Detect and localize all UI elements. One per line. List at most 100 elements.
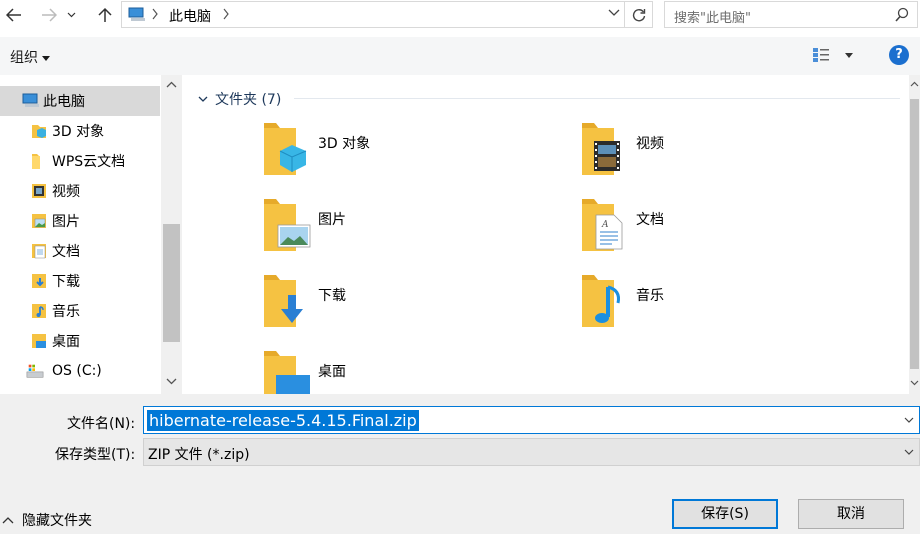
nav-label: 此电脑 (43, 94, 85, 110)
chevron-down-icon (198, 96, 208, 102)
back-button[interactable] (2, 4, 26, 26)
computer-icon (128, 7, 145, 21)
downloads-icon (32, 274, 46, 288)
nav-label: 下载 (52, 274, 80, 290)
3d-objects-icon (32, 125, 46, 138)
nav-label: 音乐 (52, 304, 80, 320)
folder-tile-music[interactable]: 音乐 (580, 273, 880, 343)
nav-item-wps-cloud[interactable]: WPS云文档 (0, 146, 160, 176)
help-button[interactable]: ? (889, 45, 909, 65)
scroll-down-icon[interactable] (166, 378, 177, 385)
address-row: 此电脑 搜索"此电脑" (0, 0, 920, 30)
video-icon (32, 184, 46, 198)
folder-tile-videos[interactable]: 视频 (580, 121, 880, 191)
refresh-icon (632, 8, 645, 21)
nav-scrollbar[interactable] (161, 75, 182, 394)
breadcrumb-chevron-icon[interactable] (222, 8, 230, 20)
nav-label: 视频 (52, 184, 80, 200)
content-scrollbar[interactable] (909, 75, 920, 394)
search-input[interactable]: 搜索"此电脑" (664, 1, 918, 28)
nav-label: OS (C:) (52, 363, 102, 379)
back-arrow-icon (6, 8, 21, 22)
organize-button[interactable]: 组织 (10, 47, 50, 67)
file-list: 文件夹 (7) 3D 对象 视频 图片 A 文档 下载 音乐 桌面 (182, 75, 920, 395)
folder-tile-documents[interactable]: A 文档 (580, 197, 880, 267)
pictures-icon (32, 214, 46, 228)
recent-locations-button[interactable] (64, 4, 78, 26)
scrollbar-thumb[interactable] (163, 224, 180, 342)
group-title: 文件夹 (7) (215, 92, 282, 108)
music-folder-icon (582, 275, 620, 327)
view-options-dropdown[interactable] (845, 53, 853, 58)
folder-icon (32, 154, 40, 169)
nav-label: WPS云文档 (52, 154, 126, 170)
nav-item-documents[interactable]: 文档 (0, 236, 160, 266)
filetype-value: ZIP 文件 (*.zip) (148, 447, 250, 463)
forward-button[interactable] (37, 4, 61, 26)
breadcrumb-this-pc[interactable]: 此电脑 (169, 6, 211, 26)
up-arrow-icon (98, 7, 112, 22)
nav-item-videos[interactable]: 视频 (0, 176, 160, 206)
hide-folders-toggle[interactable]: 隐藏文件夹 (2, 510, 92, 530)
folder-label: 文档 (636, 212, 664, 228)
nav-item-3d-objects[interactable]: 3D 对象 (0, 116, 160, 146)
nav-label: 文档 (52, 244, 80, 260)
filetype-select[interactable]: ZIP 文件 (*.zip) (143, 438, 920, 466)
nav-item-this-pc[interactable]: 此电脑 (0, 86, 160, 116)
documents-icon (32, 244, 46, 259)
nav-label: 图片 (52, 214, 80, 230)
3d-objects-folder-icon (264, 123, 307, 175)
folder-tile-downloads[interactable]: 下载 (262, 273, 562, 343)
breadcrumb-chevron-icon[interactable] (151, 8, 159, 20)
video-folder-icon (582, 123, 620, 175)
documents-folder-icon: A (582, 199, 623, 251)
command-bar: 组织 ? (0, 37, 920, 75)
address-dropdown-icon[interactable] (608, 9, 620, 17)
nav-item-desktop[interactable]: 桌面 (0, 326, 160, 356)
svg-text:A: A (601, 220, 609, 230)
save-form: 文件名(N): hibernate-release-5.4.15.Final.z… (0, 394, 920, 534)
nav-label: 桌面 (52, 334, 80, 350)
change-view-icon[interactable] (812, 47, 832, 63)
filename-label: 文件名(N): (67, 416, 136, 432)
chevron-up-icon (2, 517, 14, 524)
folder-tile-pictures[interactable]: 图片 (262, 197, 562, 267)
folder-label: 视频 (636, 136, 664, 152)
filename-value[interactable]: hibernate-release-5.4.15.Final.zip (147, 410, 419, 431)
scrollbar-thumb[interactable] (910, 99, 919, 369)
cancel-button[interactable]: 取消 (798, 499, 904, 529)
save-button[interactable]: 保存(S) (672, 499, 778, 529)
nav-item-pictures[interactable]: 图片 (0, 206, 160, 236)
scroll-up-icon[interactable] (166, 81, 177, 88)
nav-item-downloads[interactable]: 下载 (0, 266, 160, 296)
forward-arrow-icon (42, 8, 57, 22)
scroll-down-icon[interactable] (910, 380, 919, 386)
folder-label: 音乐 (636, 288, 664, 304)
nav-item-os-drive[interactable]: OS (C:) (0, 356, 160, 386)
chevron-down-icon (67, 12, 75, 18)
pictures-folder-icon (264, 199, 311, 251)
folder-tile-3d-objects[interactable]: 3D 对象 (262, 121, 562, 191)
navigation-pane: 此电脑 3D 对象 WPS云文档 视频 图片 文档 下载 音乐 桌面 OS (C… (0, 75, 182, 394)
group-divider (294, 98, 900, 99)
folder-label: 桌面 (318, 364, 346, 380)
address-bar[interactable]: 此电脑 (121, 1, 625, 28)
organize-label: 组织 (10, 50, 38, 66)
nav-item-music[interactable]: 音乐 (0, 296, 160, 326)
refresh-button[interactable] (625, 1, 653, 28)
chevron-down-icon[interactable] (904, 417, 914, 424)
folder-label: 下载 (318, 288, 346, 304)
folder-label: 3D 对象 (318, 136, 371, 152)
folders-group-header[interactable]: 文件夹 (7) (198, 89, 281, 109)
folder-label: 图片 (318, 212, 346, 228)
caret-down-icon (42, 55, 50, 61)
up-button[interactable] (93, 4, 117, 26)
desktop-folder-icon (264, 351, 310, 395)
computer-icon (22, 93, 39, 107)
downloads-folder-icon (264, 275, 303, 327)
desktop-icon (32, 334, 46, 348)
scroll-up-icon[interactable] (910, 81, 919, 87)
search-placeholder: 搜索"此电脑" (674, 11, 751, 26)
filename-input[interactable]: hibernate-release-5.4.15.Final.zip (143, 406, 920, 434)
filetype-label: 保存类型(T): (55, 447, 136, 463)
